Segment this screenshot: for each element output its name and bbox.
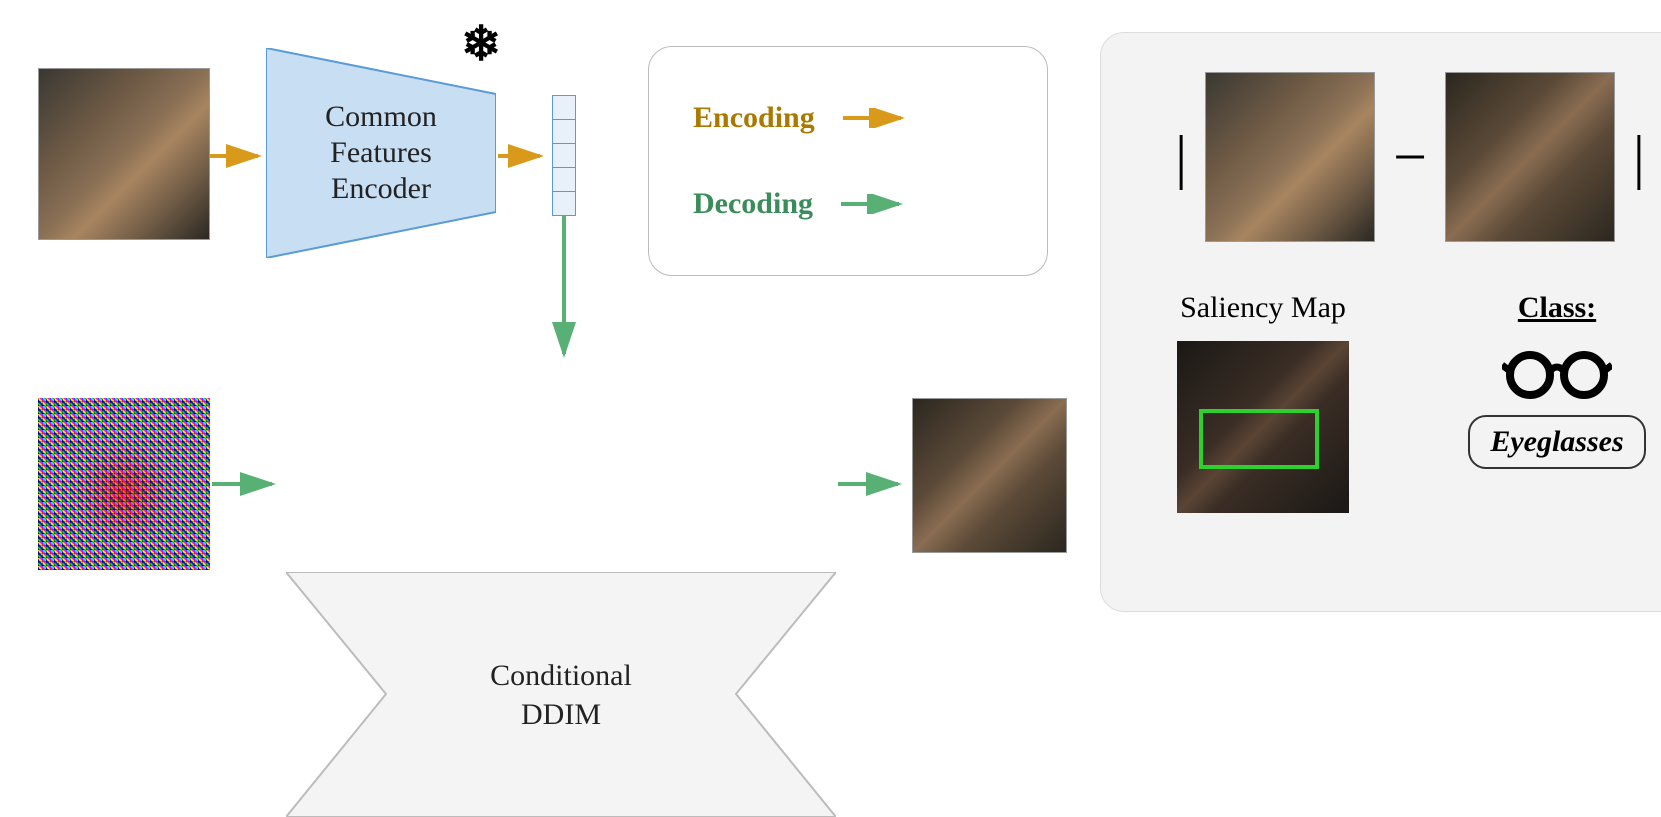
arrow-input-to-encoder — [210, 144, 270, 168]
encoder-label-line1: Common — [325, 100, 437, 133]
feature-cell — [552, 143, 576, 169]
saliency-column: Saliency Map — [1131, 291, 1395, 513]
saliency-map-label: Saliency Map — [1180, 291, 1346, 325]
encoder-label-line3: Encoder — [331, 172, 431, 205]
legend-arrow-decoding-icon — [841, 194, 911, 214]
right-panel: | − | Saliency Map Class: — [1100, 32, 1661, 612]
feature-cell — [552, 167, 576, 193]
feature-cell — [552, 95, 576, 121]
minus-sign: − — [1393, 123, 1427, 192]
generated-face-thumb — [1445, 72, 1615, 242]
feature-cell — [552, 191, 576, 217]
conditional-ddim: Conditional DDIM — [286, 572, 836, 817]
common-features-encoder: Common Features Encoder ❄ — [266, 48, 496, 258]
difference-row: | − | — [1131, 57, 1661, 257]
noise-input-image — [38, 398, 210, 570]
arrow-features-to-ddim — [552, 216, 576, 366]
input-face-image — [38, 68, 210, 240]
legend-row-encoding: Encoding — [693, 101, 1003, 135]
legend-decoding-label: Decoding — [693, 187, 813, 221]
class-column: Class: Eyeglasses — [1425, 291, 1661, 469]
saliency-map-image — [1177, 341, 1349, 513]
legend-arrow-encoding-icon — [843, 108, 913, 128]
generated-output-image — [912, 398, 1067, 553]
legend: Encoding Decoding — [648, 46, 1048, 276]
arrow-ddim-to-output — [838, 472, 910, 496]
feature-cell — [552, 119, 576, 145]
encoder-label: Common Features Encoder — [266, 99, 496, 207]
original-face-thumb — [1205, 72, 1375, 242]
legend-encoding-label: Encoding — [693, 101, 815, 135]
predicted-class-value: Eyeglasses — [1468, 415, 1645, 469]
feature-vector — [552, 96, 576, 216]
ddim-label-line1: Conditional — [490, 659, 632, 692]
eyeglasses-icon — [1502, 341, 1612, 399]
snowflake-icon: ❄ — [461, 16, 501, 72]
abs-left-bar: | — [1175, 123, 1187, 192]
legend-row-decoding: Decoding — [693, 187, 1003, 221]
encoder-label-line2: Features — [330, 136, 432, 169]
arrow-encoder-to-features — [498, 144, 552, 168]
arrow-noise-to-ddim — [212, 472, 284, 496]
saliency-bbox — [1199, 409, 1319, 469]
abs-right-bar: | — [1633, 123, 1645, 192]
ddim-label-line2: DDIM — [521, 698, 601, 731]
ddim-label: Conditional DDIM — [490, 656, 632, 734]
class-heading: Class: — [1518, 291, 1596, 325]
